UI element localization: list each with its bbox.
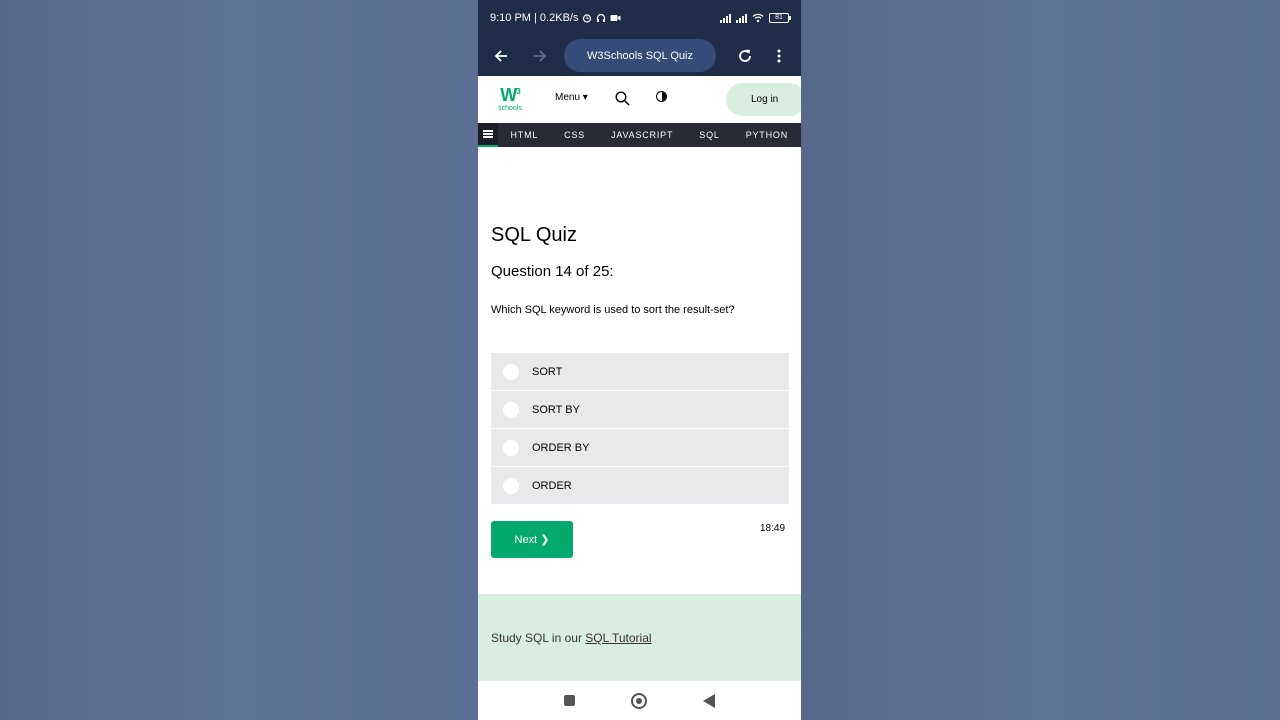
home-button[interactable] bbox=[631, 692, 647, 709]
hamburger-button[interactable] bbox=[478, 123, 499, 147]
forward-button[interactable] bbox=[521, 36, 559, 76]
status-bar: 9:10 PM | 0.2KB/s 81 bbox=[478, 0, 801, 36]
option-label: SORT BY bbox=[532, 403, 580, 416]
answer-option[interactable]: ORDER bbox=[491, 467, 789, 505]
answer-option[interactable]: SORT BY bbox=[491, 391, 789, 429]
study-panel: Study SQL in our SQL Tutorial bbox=[478, 594, 801, 681]
nav-item-python[interactable]: PYTHON bbox=[733, 130, 801, 140]
battery-icon: 81 bbox=[769, 13, 791, 23]
radio-button[interactable] bbox=[503, 439, 519, 456]
option-label: SORT bbox=[532, 365, 563, 378]
option-label: ORDER BY bbox=[532, 441, 590, 454]
background-left bbox=[0, 0, 478, 720]
page-title: SQL Quiz bbox=[491, 224, 577, 246]
answer-options: SORT SORT BY ORDER BY ORDER bbox=[491, 353, 789, 505]
question-progress: Question 14 of 25: bbox=[491, 263, 614, 280]
radio-button[interactable] bbox=[503, 401, 519, 418]
back-button[interactable] bbox=[482, 36, 520, 76]
site-header: W3 schools Menu ▾ Log in bbox=[478, 76, 801, 123]
recents-button[interactable] bbox=[564, 695, 575, 706]
signal-icon bbox=[720, 13, 731, 23]
menu-dropdown[interactable]: Menu ▾ bbox=[555, 92, 588, 103]
video-icon bbox=[610, 15, 621, 21]
answer-option[interactable]: SORT bbox=[491, 353, 789, 391]
status-time: 9:10 PM | 0.2KB/s bbox=[490, 12, 579, 24]
logo-sup: 3 bbox=[516, 87, 521, 96]
alarm-icon bbox=[583, 14, 592, 23]
status-icons bbox=[582, 13, 621, 23]
browser-toolbar: W3Schools SQL Quiz bbox=[478, 36, 801, 76]
reload-button[interactable] bbox=[726, 36, 764, 76]
background-right bbox=[801, 0, 1280, 720]
signal-icon-2 bbox=[736, 13, 747, 23]
kebab-menu-icon bbox=[777, 49, 781, 63]
reload-icon bbox=[739, 49, 751, 62]
quiz-timer: 18:49 bbox=[760, 523, 786, 534]
status-right: 81 bbox=[720, 13, 791, 23]
top-nav: HTML CSS JAVASCRIPT SQL PYTHON bbox=[478, 123, 801, 147]
wifi-icon bbox=[752, 13, 764, 23]
phone-screen: 9:10 PM | 0.2KB/s 81 W3Schools SQL Quiz bbox=[478, 0, 801, 720]
android-nav-bar bbox=[478, 681, 801, 720]
arrow-left-icon bbox=[494, 50, 507, 62]
study-text: Study SQL in our bbox=[491, 631, 586, 645]
sql-tutorial-link[interactable]: SQL Tutorial bbox=[585, 631, 651, 645]
nav-item-javascript[interactable]: JAVASCRIPT bbox=[598, 130, 686, 140]
hamburger-icon bbox=[483, 130, 494, 138]
headphones-icon bbox=[597, 13, 606, 22]
login-button[interactable]: Log in bbox=[726, 83, 801, 116]
w3schools-logo[interactable]: W3 schools bbox=[495, 82, 525, 116]
contrast-toggle-icon[interactable] bbox=[656, 91, 667, 102]
logo-letter: W bbox=[500, 85, 517, 105]
radio-button[interactable] bbox=[503, 363, 519, 380]
nav-item-sql[interactable]: SQL bbox=[686, 130, 732, 140]
back-nav-button[interactable] bbox=[703, 693, 715, 708]
question-text: Which SQL keyword is used to sort the re… bbox=[491, 304, 735, 316]
option-label: ORDER bbox=[532, 479, 572, 492]
next-button[interactable]: Next ❯ bbox=[491, 521, 573, 558]
search-icon[interactable] bbox=[615, 91, 630, 106]
answer-option[interactable]: ORDER BY bbox=[491, 429, 789, 467]
nav-item-html[interactable]: HTML bbox=[498, 130, 551, 140]
logo-sub: schools bbox=[498, 105, 522, 112]
arrow-right-icon bbox=[534, 50, 547, 62]
more-menu-button[interactable] bbox=[760, 36, 798, 76]
url-bar[interactable]: W3Schools SQL Quiz bbox=[564, 39, 716, 72]
nav-item-css[interactable]: CSS bbox=[551, 130, 598, 140]
radio-button[interactable] bbox=[503, 477, 519, 494]
